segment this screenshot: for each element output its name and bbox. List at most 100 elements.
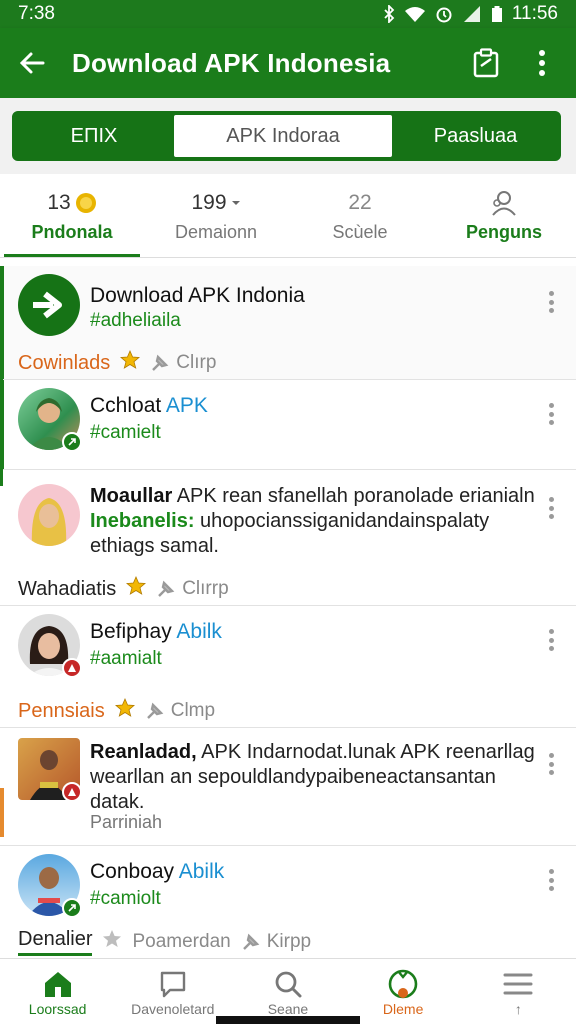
feed-item-5[interactable]: Reanladad, APK Indarnodat.lunak APK reen… — [0, 728, 576, 846]
avatar — [18, 388, 82, 452]
item-more-button[interactable] — [544, 400, 558, 428]
item-more-button[interactable] — [544, 866, 558, 894]
segment-1[interactable]: ΕΠΙΧ — [14, 113, 174, 159]
clipboard-check-icon — [473, 48, 499, 78]
segment-3[interactable]: Paasluaa — [392, 113, 559, 159]
stat-value-1: 13 — [47, 188, 96, 218]
item-category: Cowinlads — [18, 351, 111, 374]
badge-icon — [62, 658, 82, 678]
stat-label-3: Scùele — [332, 222, 388, 242]
segment-2-selected[interactable]: APK Indoraa — [174, 115, 392, 157]
stat-value-4 — [489, 188, 519, 218]
stat-tab-1[interactable]: 13 Pndonala — [0, 174, 144, 257]
item-subtext: Parriniah — [90, 812, 163, 832]
badge-icon — [62, 782, 82, 802]
clip-action[interactable]: Poamerdan — [132, 931, 230, 953]
stat-value-2: 199 — [191, 188, 240, 218]
download-circle-icon — [382, 967, 424, 1001]
bluetooth-icon — [383, 5, 395, 23]
home-icon — [43, 967, 73, 1001]
feed-item-3[interactable]: Moaullar APK rean sfanellah poranolade e… — [0, 470, 576, 606]
item-more-button[interactable] — [544, 750, 558, 778]
stat-value-3: 22 — [348, 188, 371, 218]
item-title-text: Befiphay — [90, 620, 177, 643]
nav-search-label: Seane — [267, 1000, 309, 1017]
segment-area: ΕΠΙΧ APK Indoraa Paasluaa — [0, 98, 576, 174]
avatar — [18, 614, 82, 678]
back-button[interactable] — [14, 45, 50, 81]
home-indicator — [216, 1016, 360, 1024]
item-category: Denalier — [18, 928, 93, 956]
item-title: Cchloat APK — [90, 394, 208, 418]
pin-icon — [158, 580, 175, 597]
pin-icon — [146, 702, 164, 719]
item-tag[interactable]: #camielt — [90, 422, 161, 444]
verified-badge-icon — [62, 898, 82, 918]
clipboard-button[interactable] — [466, 43, 506, 83]
avatar — [18, 854, 82, 918]
item-more-button[interactable] — [544, 626, 558, 654]
app-logo — [18, 274, 80, 336]
item-body: Moaullar APK rean sfanellah poranolade e… — [90, 484, 536, 559]
feed-item-6[interactable]: Conboay Abilk #camiolt Denalier Poamerda… — [0, 846, 576, 956]
clip-action[interactable]: Clırp — [150, 352, 216, 374]
nav-downloads[interactable]: Dleme — [346, 959, 461, 1024]
star-icon[interactable] — [126, 575, 147, 602]
battery-icon — [491, 5, 503, 23]
star-icon[interactable] — [114, 697, 135, 724]
clip-action-label: Clırp — [176, 352, 217, 373]
nav-home[interactable]: Loorssad — [0, 959, 115, 1024]
star-icon[interactable] — [120, 349, 141, 376]
stat-label-4: Penguns — [465, 222, 542, 242]
item-title-highlight[interactable]: Abilk — [176, 620, 222, 643]
clip-action-label: Clmp — [170, 700, 216, 721]
feed-list: Download APK Indonia #adheliaila Cowinla… — [0, 266, 576, 956]
dropdown-caret-icon — [231, 201, 240, 205]
status-time-left: 7:38 — [18, 3, 55, 24]
item-body: Reanladad, APK Indarnodat.lunak APK reen… — [90, 740, 536, 815]
item-highlight[interactable]: Inebanelis: — [90, 510, 194, 532]
avatar-photo — [18, 484, 80, 546]
nav-search[interactable]: Seane — [230, 959, 345, 1024]
item-meta: Pennsiais Clmp — [18, 697, 215, 724]
more-menu-button[interactable] — [522, 43, 562, 83]
clip-action-2[interactable]: Kirpp — [241, 931, 311, 953]
status-bar: 7:38 11:56 — [0, 0, 576, 28]
feed-item-1[interactable]: Download APK Indonia #adheliaila Cowinla… — [0, 266, 576, 380]
arrow-left-icon — [19, 52, 45, 74]
stat-tab-3[interactable]: 22 Scùele — [288, 174, 432, 257]
star-outline-icon[interactable] — [102, 929, 122, 955]
status-time-right: 11:56 — [511, 3, 558, 24]
item-more-button[interactable] — [544, 494, 558, 522]
item-title: Conboay Abilk — [90, 860, 224, 884]
avatar — [18, 484, 80, 546]
stat-label-2: Demaionn — [174, 222, 258, 242]
item-title-highlight[interactable]: Abilk — [179, 860, 225, 883]
item-title: Befiphay Abilk — [90, 620, 222, 644]
stat-tab-2[interactable]: 199 Demaionn — [144, 174, 288, 257]
nav-menu-label: ↑ — [514, 1000, 522, 1017]
people-icon — [492, 191, 516, 216]
clip-action[interactable]: Clırrp — [156, 578, 229, 600]
nav-menu[interactable]: ↑ — [461, 959, 576, 1024]
item-more-button[interactable] — [544, 288, 558, 316]
item-title-text: Cchloat — [90, 394, 166, 417]
feed-item-4[interactable]: Befiphay Abilk #aamialt Pennsiais Clmp — [0, 606, 576, 728]
item-category: Wahadiatis — [18, 577, 117, 600]
item-tag[interactable]: #adheliaila — [90, 310, 181, 332]
nav-messages[interactable]: Davenoletard — [115, 959, 230, 1024]
avatar — [18, 274, 80, 336]
clip-action[interactable]: Clmp — [145, 700, 215, 722]
avatar — [18, 738, 82, 802]
feed-item-2[interactable]: Cchloat APK #camielt — [0, 380, 576, 470]
chat-icon — [159, 967, 187, 1001]
item-tag[interactable]: #aamialt — [90, 648, 162, 670]
item-tag[interactable]: #camiolt — [90, 888, 161, 910]
item-title-highlight[interactable]: APK — [166, 394, 208, 417]
arrow-right-logo-icon — [33, 291, 62, 319]
stat-label-1: Pndonala — [31, 222, 113, 242]
item-author[interactable]: Moaullar — [90, 485, 172, 507]
status-icons: 11:56 — [383, 3, 558, 25]
stat-tab-4[interactable]: Penguns — [432, 174, 576, 257]
item-author[interactable]: Reanladad, — [90, 741, 197, 763]
